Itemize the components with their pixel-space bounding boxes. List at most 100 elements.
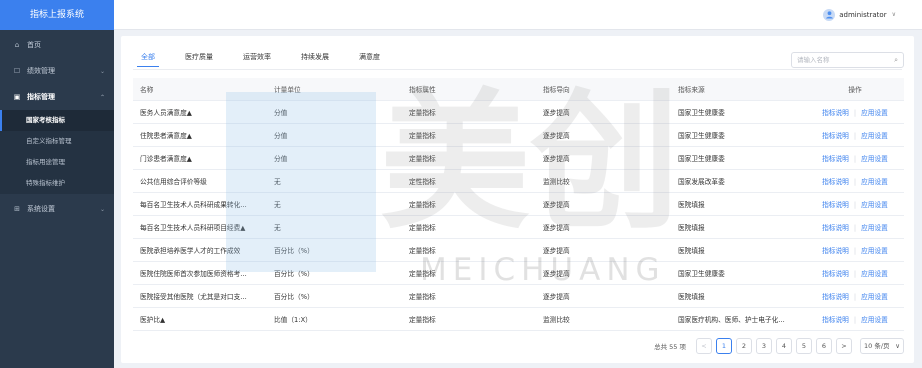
cell-actions: 指标说明 | 应用设置 (806, 238, 904, 262)
action-divider: | (853, 246, 857, 255)
tab-efficiency[interactable]: 运营效率 (235, 50, 279, 64)
page-button[interactable]: 6 (816, 337, 832, 354)
cell-name: 医院承担培养医学人才的工作成效 (133, 238, 267, 262)
cell-source: 国家卫生健康委 (671, 123, 806, 147)
view-description-link[interactable]: 指标说明 (822, 270, 849, 278)
cell-name: 每百名卫生技术人员科研成果转化... (133, 192, 267, 216)
apply-settings-link[interactable]: 应用设置 (861, 316, 888, 324)
cell-unit: 分值 (267, 146, 402, 170)
table-row: 医院住院医师首次参加医师资格考... 百分比（%） 定量指标 逐步提高 国家卫生健康委指… (133, 261, 904, 285)
cell-source: 医院填报 (671, 284, 806, 308)
apply-settings-link[interactable]: 应用设置 (861, 201, 888, 209)
page-size-select[interactable]: 10 条/页 ∨ (860, 337, 904, 354)
cell-actions: 指标说明 | 应用设置 (806, 307, 904, 331)
sidebar-item-home[interactable]: ⌂ 首页 (0, 32, 114, 58)
cell-source: 国家发展改革委 (671, 169, 806, 193)
table-row: 门诊患者满意度▲ 分值 定量指标 逐步提高 国家卫生健康委 指标说明 | 应用设置 (133, 146, 904, 170)
cell-actions: 指标说明 | 应用设置 (806, 146, 904, 170)
cell-direction: 逐步提高 (536, 100, 671, 124)
sidebar-item-performance[interactable]: ☐ 绩效管理 ⌄ (0, 58, 114, 84)
search-box[interactable]: ⌕ (791, 52, 904, 68)
action-divider: | (853, 223, 857, 232)
user-menu[interactable]: administrator ∨ (823, 8, 896, 21)
page-button[interactable]: 1 (716, 337, 732, 354)
cell-direction: 监测比较 (536, 169, 671, 193)
table-row: 每百名卫生技术人员科研项目经费▲ 无定量指标 逐步提高 医院填报 指标说明 | 应用设置 (133, 215, 904, 239)
tab-all[interactable]: 全部 (133, 50, 163, 67)
cell-direction: 逐步提高 (536, 192, 671, 216)
view-description-link[interactable]: 指标说明 (822, 293, 849, 301)
view-description-link[interactable]: 指标说明 (822, 247, 849, 255)
cell-actions: 指标说明 | 应用设置 (806, 192, 904, 216)
view-description-link[interactable]: 指标说明 (822, 316, 849, 324)
table-row: 医护比▲ 比值（1:X） 定量指标 监测比较 国家医疗机构、医师、护士电子化... 指标说… (133, 307, 904, 331)
cell-attribute: 定量指标 (402, 307, 536, 331)
home-icon: ⌂ (14, 41, 20, 49)
grid-icon: ▣ (13, 93, 21, 101)
view-description-link[interactable]: 指标说明 (822, 132, 849, 140)
page-button[interactable]: 4 (776, 337, 792, 354)
apply-settings-link[interactable]: 应用设置 (861, 155, 888, 163)
page-button[interactable]: 3 (756, 337, 772, 354)
apply-settings-link[interactable]: 应用设置 (861, 224, 888, 232)
cell-direction: 监测比较 (536, 307, 671, 331)
table-row: 住院患者满意度▲ 分值 定量指标 逐步提高 国家卫生健康委 指标说明 | 应用设置 (133, 123, 904, 147)
apply-settings-link[interactable]: 应用设置 (861, 270, 888, 278)
view-description-link[interactable]: 指标说明 (822, 178, 849, 186)
settings-grid-icon: ⊞ (14, 205, 20, 213)
sidebar: 指标上报系统 ⌂ 首页 ☐ 绩效管理 ⌄ ▣ 指标管理 ⌃ 国家考核指标 自定义… (0, 0, 114, 368)
cell-attribute: 定性指标 (402, 169, 536, 193)
apply-settings-link[interactable]: 应用设置 (861, 132, 888, 140)
column-header-source: 指标来源 (671, 78, 806, 101)
chevron-down-icon: ∨ (891, 11, 896, 18)
app-title: 指标上报系统 (0, 0, 114, 30)
view-description-link[interactable]: 指标说明 (822, 201, 849, 209)
cell-attribute: 定量指标 (402, 146, 536, 170)
cell-direction: 逐步提高 (536, 146, 671, 170)
next-page-button[interactable]: > (836, 337, 852, 354)
action-divider: | (853, 108, 857, 117)
cell-direction: 逐步提高 (536, 238, 671, 262)
prev-page-button[interactable]: < (696, 337, 712, 354)
apply-settings-link[interactable]: 应用设置 (861, 247, 888, 255)
page-button[interactable]: 5 (796, 337, 812, 354)
apply-settings-link[interactable]: 应用设置 (861, 109, 888, 117)
sidebar-subitem-custom[interactable]: 自定义指标管理 (0, 131, 114, 152)
tab-quality[interactable]: 医疗质量 (177, 50, 221, 64)
cell-unit: 百分比（%） (267, 261, 402, 285)
table-row: 医务人员满意度▲ 分值 定量指标 逐步提高 国家卫生健康委 指标说明 | 应用设置 (133, 100, 904, 124)
page-button[interactable]: 2 (736, 337, 752, 354)
sidebar-item-indicators[interactable]: ▣ 指标管理 ⌃ (0, 84, 114, 110)
cell-source: 医院填报 (671, 238, 806, 262)
view-description-link[interactable]: 指标说明 (822, 224, 849, 232)
apply-settings-link[interactable]: 应用设置 (861, 293, 888, 301)
sidebar-subitem-special[interactable]: 特殊指标维护 (0, 173, 114, 194)
sidebar-item-label: 首页 (27, 41, 41, 49)
avatar (823, 8, 836, 21)
view-description-link[interactable]: 指标说明 (822, 109, 849, 117)
cell-source: 国家卫生健康委 (671, 261, 806, 285)
sidebar-item-label: 指标管理 (27, 93, 55, 101)
apply-settings-link[interactable]: 应用设置 (861, 178, 888, 186)
action-divider: | (853, 154, 857, 163)
cell-direction: 逐步提高 (536, 215, 671, 239)
sidebar-subitem-national[interactable]: 国家考核指标 (0, 110, 114, 131)
cell-source: 国家卫生健康委 (671, 100, 806, 124)
column-header-name: 名称 (133, 78, 267, 101)
sidebar-item-settings[interactable]: ⊞ 系统设置 ⌄ (0, 196, 114, 222)
main-panel: 全部 医疗质量 运营效率 持续发展 满意度 ⌕ 名称 计量单位 指标属性 指标导… (121, 36, 914, 363)
cell-name: 医护比▲ (133, 307, 267, 331)
view-description-link[interactable]: 指标说明 (822, 155, 849, 163)
tab-development[interactable]: 持续发展 (293, 50, 337, 64)
table-row: 公共信用综合评价等级无定性指标 监测比较 国家发展改革委 指标说明 | 应用设置 (133, 169, 904, 193)
search-input[interactable] (797, 56, 887, 64)
search-icon[interactable]: ⌕ (894, 56, 898, 65)
indicator-table: 名称 计量单位 指标属性 指标导向 指标来源 操作 医务人员满意度▲ 分值 定量指标… (133, 78, 904, 331)
action-divider: | (853, 131, 857, 140)
column-header-attribute: 指标属性 (402, 78, 536, 101)
chevron-down-icon: ⌄ (99, 67, 105, 75)
tab-satisfaction[interactable]: 满意度 (351, 50, 388, 64)
total-count: 总共 55 项 (654, 342, 686, 351)
cell-unit: 比值（1:X） (267, 307, 402, 331)
sidebar-subitem-usage[interactable]: 指标用途管理 (0, 152, 114, 173)
